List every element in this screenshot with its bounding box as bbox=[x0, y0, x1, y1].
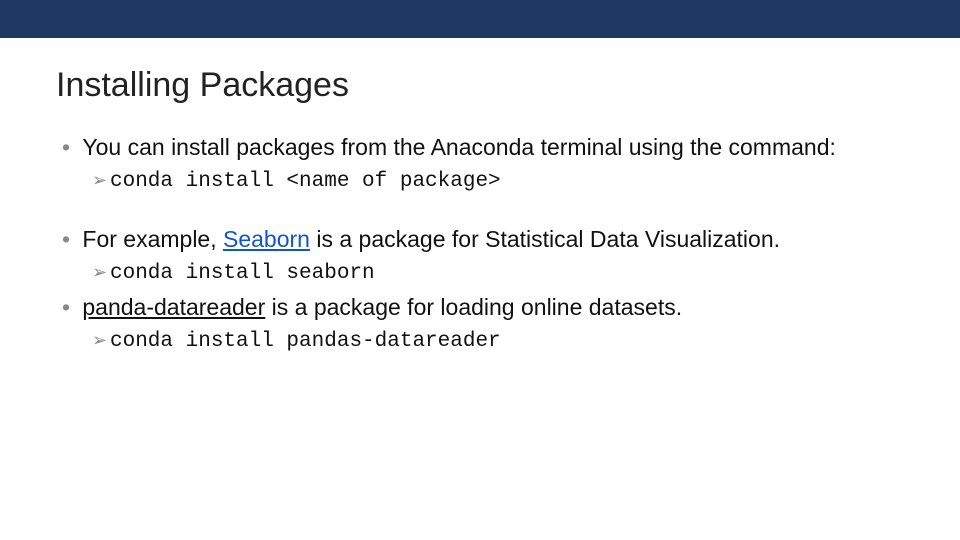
top-accent-bar bbox=[0, 0, 960, 38]
bullet-text: You can install packages from the Anacon… bbox=[82, 133, 882, 162]
bullet-dot-icon: • bbox=[62, 225, 76, 254]
text-segment: For example, bbox=[82, 226, 223, 252]
bullet-item: • For example, Seaborn is a package for … bbox=[62, 225, 904, 254]
chevron-right-icon: ➢ bbox=[92, 169, 110, 192]
text-segment: is a package for Statistical Data Visual… bbox=[310, 226, 780, 252]
chevron-right-icon: ➢ bbox=[92, 329, 110, 352]
code-text: conda install pandas-datareader bbox=[110, 330, 501, 353]
bullet-item: • panda-datareader is a package for load… bbox=[62, 293, 904, 322]
link-panda-datareader[interactable]: panda-datareader bbox=[82, 294, 265, 320]
link-seaborn[interactable]: Seaborn bbox=[223, 226, 310, 252]
bullet-dot-icon: • bbox=[62, 133, 76, 162]
code-text: conda install <name of package> bbox=[110, 170, 501, 193]
sub-bullet: ➢conda install seaborn bbox=[92, 258, 904, 287]
sub-bullet: ➢conda install <name of package> bbox=[92, 166, 904, 195]
bullet-item: • You can install packages from the Anac… bbox=[62, 133, 904, 162]
bullet-text: panda-datareader is a package for loadin… bbox=[82, 293, 882, 322]
slide-title: Installing Packages bbox=[56, 66, 904, 105]
sub-bullet: ➢conda install pandas-datareader bbox=[92, 326, 904, 355]
bullet-text: For example, Seaborn is a package for St… bbox=[82, 225, 882, 254]
code-text: conda install seaborn bbox=[110, 262, 375, 285]
text-segment: is a package for loading online datasets… bbox=[265, 294, 682, 320]
chevron-right-icon: ➢ bbox=[92, 261, 110, 284]
slide-body: Installing Packages • You can install pa… bbox=[0, 38, 960, 355]
bullet-dot-icon: • bbox=[62, 293, 76, 322]
